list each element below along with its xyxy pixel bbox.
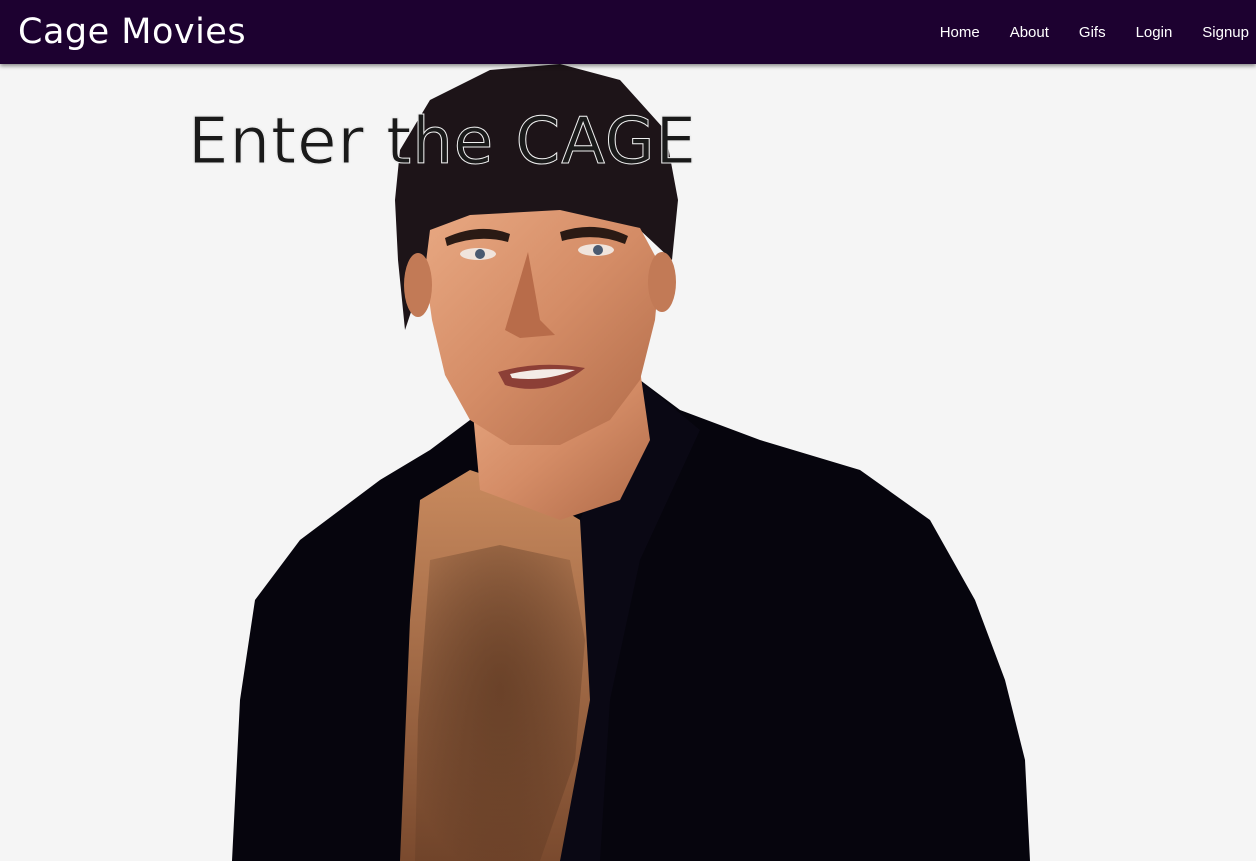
- nav-item-signup: Signup: [1172, 24, 1256, 41]
- nav-link-about[interactable]: About: [1010, 24, 1049, 41]
- brand-logo-link[interactable]: Cage Movies: [18, 11, 246, 53]
- nav-links: Home About Gifs Login Signup: [910, 0, 1256, 64]
- nav-item-login: Login: [1106, 24, 1173, 41]
- nav-link-login[interactable]: Login: [1136, 24, 1173, 41]
- nav-item-about: About: [980, 24, 1049, 41]
- nav-item-home: Home: [910, 24, 980, 41]
- hero-section: Enter the CAGE: [0, 64, 1256, 861]
- nav-link-signup[interactable]: Signup: [1202, 24, 1249, 41]
- nav-link-gifs[interactable]: Gifs: [1079, 24, 1106, 41]
- navbar: Cage Movies Home About Gifs Login Signup: [0, 0, 1256, 64]
- nav-item-gifs: Gifs: [1049, 24, 1106, 41]
- hero-title: Enter the CAGE: [188, 105, 697, 180]
- nav-link-home[interactable]: Home: [940, 24, 980, 41]
- hero-portrait-image: [232, 64, 1030, 861]
